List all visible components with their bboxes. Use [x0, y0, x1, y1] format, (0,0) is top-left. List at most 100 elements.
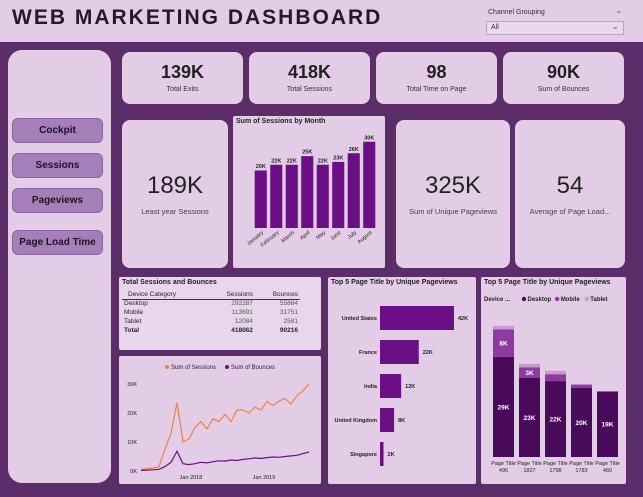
sessions-bounces-table: Device Category Sessions Bounces Desktop…	[122, 290, 300, 335]
bar-segment	[493, 325, 514, 330]
kpi-value: 418K	[287, 62, 332, 82]
kpi-least-year-sessions: 189K Least year Sessions	[122, 120, 228, 268]
x-tick-label: 1827	[523, 468, 535, 474]
data-label: 29K	[498, 404, 510, 411]
y-tick-label: France	[359, 350, 377, 356]
sessions-bounces-line-card: Sum of Sessions Sum of Bounces 0K 10K 20K 30K…	[119, 356, 321, 484]
kpi-sum-of-bounces: 90K Sum of Bounces	[503, 52, 624, 104]
kpi-value: 325K	[424, 172, 482, 199]
y-tick-label: United Kingdom	[335, 418, 378, 424]
filter-collapse-icon[interactable]: ⌄	[615, 5, 623, 16]
kpi-value: 54	[556, 172, 584, 199]
table-cell: 113691	[231, 309, 253, 316]
x-tick-label: March	[280, 230, 296, 244]
kpi-label: Sum of Bounces	[537, 86, 590, 93]
table-cell: 2581	[283, 318, 298, 325]
table-total-row: Total 418062 90216	[122, 326, 300, 335]
top5-page-title-card: Top 5 Page Title by Unique Pageviews Dev…	[481, 277, 626, 484]
kpi-average-page-load: 54 Average of Page Load...	[515, 120, 625, 268]
data-label: 22K	[287, 158, 297, 164]
bar	[380, 306, 454, 330]
table-row: Tablet 12084 2581	[122, 317, 300, 326]
legend-label: Mobile	[561, 297, 581, 303]
y-tick-label: Singapore	[350, 452, 377, 458]
kpi-label: Total Exits	[166, 86, 199, 93]
data-label: 19K	[602, 422, 614, 429]
bar	[270, 164, 283, 228]
sessions-bounces-table-card: Total Sessions and Bounces Device Catego…	[119, 277, 321, 350]
legend-label: Tablet	[590, 297, 607, 303]
x-tick-label: Page Title	[517, 461, 541, 467]
nav-sessions-button[interactable]: Sessions	[12, 153, 103, 178]
x-tick-label: June	[330, 230, 343, 242]
table-cell: 12084	[234, 318, 253, 325]
channel-grouping-label: Channel Grouping	[488, 9, 545, 16]
channel-grouping-select[interactable]: All ⌄	[486, 21, 624, 35]
bar-segment	[545, 374, 566, 382]
data-label: 12K	[405, 384, 415, 390]
data-label: 22K	[318, 158, 328, 164]
bar-segment	[571, 384, 592, 388]
sidebar	[8, 50, 111, 483]
x-tick-label: Page Title	[569, 461, 593, 467]
bar	[380, 340, 419, 364]
x-tick-label: July	[347, 230, 359, 241]
page-title: WEB MARKETING DASHBOARD	[12, 6, 383, 29]
x-tick-label: Page Title	[543, 461, 567, 467]
x-tick-label: 460	[603, 468, 612, 474]
kpi-label: Total Sessions	[286, 86, 333, 93]
bar	[301, 156, 314, 228]
bar	[380, 408, 395, 432]
legend-label: Sum of Sessions	[171, 365, 216, 371]
data-label: 2K	[388, 452, 395, 458]
data-label: 22K	[423, 350, 433, 356]
data-label: 20K	[576, 420, 588, 427]
bar	[332, 161, 345, 228]
kpi-label: Sum of Unique Pageviews	[409, 207, 497, 216]
x-tick-label: April	[299, 230, 311, 242]
series-line	[140, 449, 310, 471]
kpi-label: Least year Sessions	[141, 207, 209, 216]
data-label: 22K	[550, 417, 562, 424]
x-tick-label: Jan 2018	[180, 475, 203, 481]
sessions-bounces-line-chart: Sum of Sessions Sum of Bounces 0K 10K 20K 30K…	[127, 365, 310, 481]
x-tick-label: 496	[499, 468, 508, 474]
column-header: Device Category	[128, 290, 177, 298]
chevron-down-icon: ⌄	[611, 21, 619, 31]
legend-label: Desktop	[528, 297, 552, 303]
y-tick-label: 30K	[127, 382, 137, 388]
bar-segment	[545, 370, 566, 375]
kpi-value: 139K	[160, 62, 205, 82]
y-tick-label: India	[364, 384, 378, 390]
column-header: Bounces	[272, 290, 298, 298]
table-title: Total Sessions and Bounces	[122, 279, 217, 286]
table-cell: 418062	[231, 327, 253, 334]
table-header-row: Device Category Sessions Bounces	[122, 290, 300, 299]
data-label: 30K	[364, 135, 374, 141]
table-cell: Desktop	[124, 300, 148, 308]
data-label: 42K	[458, 316, 468, 322]
nav-pageviews-button[interactable]: Pageviews	[12, 188, 103, 213]
y-tick-label: 20K	[127, 411, 137, 417]
kpi-value: 90K	[546, 62, 581, 82]
nav-cockpit-button[interactable]: Cockpit	[12, 118, 103, 143]
data-label: 8K	[398, 418, 405, 424]
table-cell: Mobile	[124, 309, 144, 316]
x-tick-label: 1798	[549, 468, 561, 474]
nav-page-load-time-button[interactable]: Page Load Time	[12, 230, 103, 255]
table-cell: Total	[124, 327, 140, 334]
data-label: 23K	[333, 155, 343, 161]
x-tick-label: Jan 2019	[253, 475, 276, 481]
data-label: 22K	[271, 158, 281, 164]
x-tick-label: August	[357, 230, 374, 246]
table-cell: Tablet	[124, 318, 142, 325]
table-row: Desktop 292287 55884	[122, 299, 300, 308]
legend-label: Sum of Bounces	[231, 365, 275, 371]
channel-grouping-value: All	[491, 24, 499, 31]
kpi-total-exits: 139K Total Exits	[122, 52, 243, 104]
sessions-by-month-card: Sum of Sessions by Month 20K January 22K Fe…	[233, 116, 385, 268]
x-tick-label: Page Title	[595, 461, 619, 467]
y-tick-label: United States	[342, 316, 377, 322]
bar	[254, 170, 267, 228]
table-cell: 292287	[231, 300, 253, 308]
